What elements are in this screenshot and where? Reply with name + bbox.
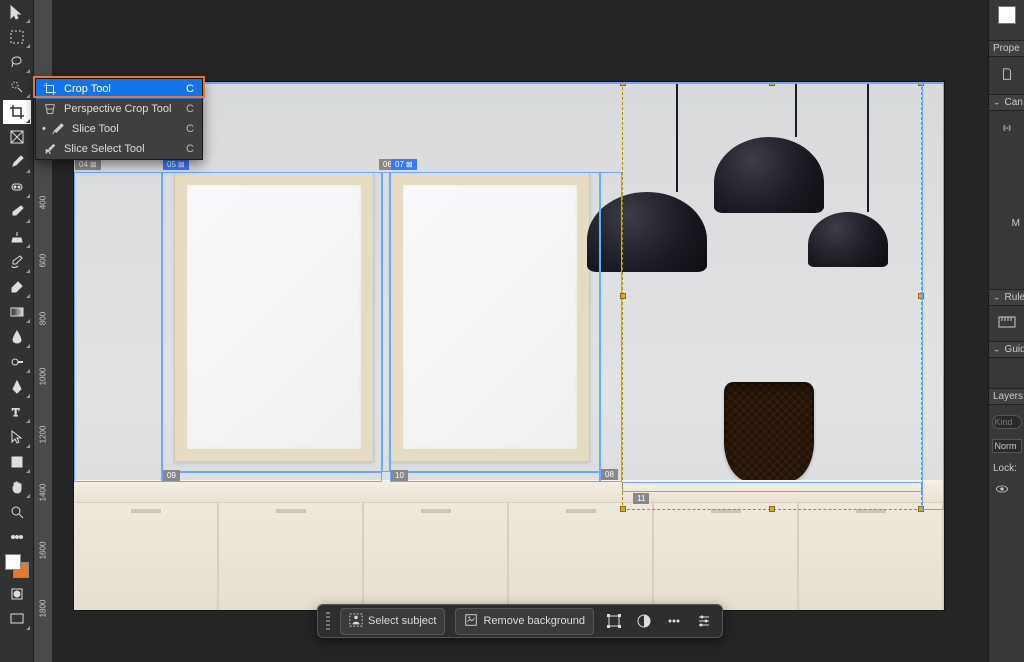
ruler-mark: 400 — [39, 194, 48, 212]
ruler-mark: 1400 — [39, 484, 48, 502]
m-label: M — [1012, 218, 1024, 229]
ruler-mark: 1800 — [39, 600, 48, 618]
eyedropper-tool[interactable] — [3, 150, 31, 174]
flyout-label: Crop Tool — [64, 83, 186, 95]
flyout-label: Slice Select Tool — [64, 143, 186, 155]
canvas-section-header[interactable]: Can — [989, 94, 1024, 111]
svg-text:T: T — [12, 405, 20, 419]
flyout-shortcut: C — [186, 123, 194, 135]
spot-heal-tool[interactable] — [3, 175, 31, 199]
flyout-label: Perspective Crop Tool — [64, 103, 186, 115]
basket-decor — [724, 382, 814, 482]
left-toolbar: T — [0, 0, 34, 662]
zoom-tool[interactable] — [3, 500, 31, 524]
picture-frame-left — [174, 172, 374, 462]
crop-tool[interactable] — [3, 100, 31, 124]
perspective-crop-icon — [42, 102, 58, 116]
path-select-tool[interactable] — [3, 425, 31, 449]
flyout-shortcut: C — [186, 83, 194, 95]
picture-frame-right — [390, 172, 590, 462]
guides-section-header[interactable]: Guid — [989, 341, 1024, 358]
ruler-icon — [998, 316, 1016, 331]
quick-mask[interactable] — [3, 582, 31, 606]
shape-tool[interactable] — [3, 450, 31, 474]
crop-icon — [42, 82, 58, 96]
gradient-tool[interactable] — [3, 300, 31, 324]
layers-search-input[interactable] — [992, 415, 1022, 429]
adjustments-icon[interactable] — [634, 611, 654, 631]
slice-icon — [50, 122, 66, 136]
flyout-item-slice-select[interactable]: Slice Select Tool C — [36, 139, 202, 159]
ruler-mark: 1200 — [39, 426, 48, 444]
color-swatches[interactable] — [3, 554, 31, 582]
blur-tool[interactable] — [3, 325, 31, 349]
right-panel-strip: Prope Can M Rule Guid Layers Norm Lock: — [988, 0, 1024, 662]
select-subject-label: Select subject — [368, 615, 436, 627]
more-icon[interactable] — [664, 611, 684, 631]
contextual-taskbar[interactable]: Select subject Remove background — [317, 604, 723, 638]
lasso-tool[interactable] — [3, 50, 31, 74]
ruler-section-header[interactable]: Rule — [989, 289, 1024, 306]
document-artboard[interactable]: 04 ⊠ 05 ⊠ 06 07 ⊠ 08 09 10 11 02 ⊠ 03 01 — [74, 82, 944, 610]
history-brush-tool[interactable] — [3, 250, 31, 274]
document-icon — [1000, 67, 1014, 84]
edit-toolbar[interactable] — [3, 525, 31, 549]
type-tool[interactable]: T — [3, 400, 31, 424]
hand-tool[interactable] — [3, 475, 31, 499]
ruler-mark: 1600 — [39, 542, 48, 560]
blend-mode-select[interactable]: Norm — [992, 439, 1022, 453]
remove-background-label: Remove background — [483, 615, 585, 627]
sliders-icon[interactable] — [694, 611, 714, 631]
transform-icon[interactable] — [604, 611, 624, 631]
flyout-item-slice[interactable]: Slice Tool C — [36, 119, 202, 139]
flyout-shortcut: C — [186, 143, 194, 155]
crop-tool-flyout: Crop Tool C Perspective Crop Tool C Slic… — [35, 78, 203, 160]
flyout-item-perspective-crop[interactable]: Perspective Crop Tool C — [36, 99, 202, 119]
lock-label: Lock: — [989, 463, 1017, 474]
pen-tool[interactable] — [3, 375, 31, 399]
select-subject-button[interactable]: Select subject — [340, 608, 445, 635]
slice-select-icon — [42, 142, 58, 156]
select-subject-icon — [349, 613, 363, 630]
clone-stamp-tool[interactable] — [3, 225, 31, 249]
flyout-item-crop[interactable]: Crop Tool C — [36, 79, 202, 99]
dodge-tool[interactable] — [3, 350, 31, 374]
marquee-tool[interactable] — [3, 25, 31, 49]
quick-select-tool[interactable] — [3, 75, 31, 99]
flyout-label: Slice Tool — [72, 123, 186, 135]
pendant-lamp-2 — [768, 82, 824, 213]
screen-mode[interactable] — [3, 607, 31, 631]
link-icon[interactable] — [1000, 121, 1014, 138]
brush-tool[interactable] — [3, 200, 31, 224]
flyout-shortcut: C — [186, 103, 194, 115]
ruler-mark: 800 — [39, 310, 48, 328]
ruler-mark: 600 — [39, 252, 48, 270]
properties-panel-header[interactable]: Prope — [989, 40, 1024, 57]
foreground-swatch[interactable] — [5, 554, 21, 570]
visibility-icon[interactable] — [989, 484, 1009, 497]
panel-color-swatch[interactable] — [998, 6, 1016, 24]
pendant-lamp-3 — [847, 82, 888, 267]
pendant-lamp-1 — [646, 82, 707, 272]
taskbar-grip-icon[interactable] — [326, 612, 330, 630]
layers-panel-header[interactable]: Layers — [989, 388, 1024, 405]
move-tool[interactable] — [3, 0, 31, 24]
frame-tool[interactable] — [3, 125, 31, 149]
sideboard-table — [74, 480, 944, 610]
remove-background-icon — [464, 613, 478, 630]
eraser-tool[interactable] — [3, 275, 31, 299]
remove-background-button[interactable]: Remove background — [455, 608, 594, 635]
ruler-mark: 1000 — [39, 368, 48, 386]
